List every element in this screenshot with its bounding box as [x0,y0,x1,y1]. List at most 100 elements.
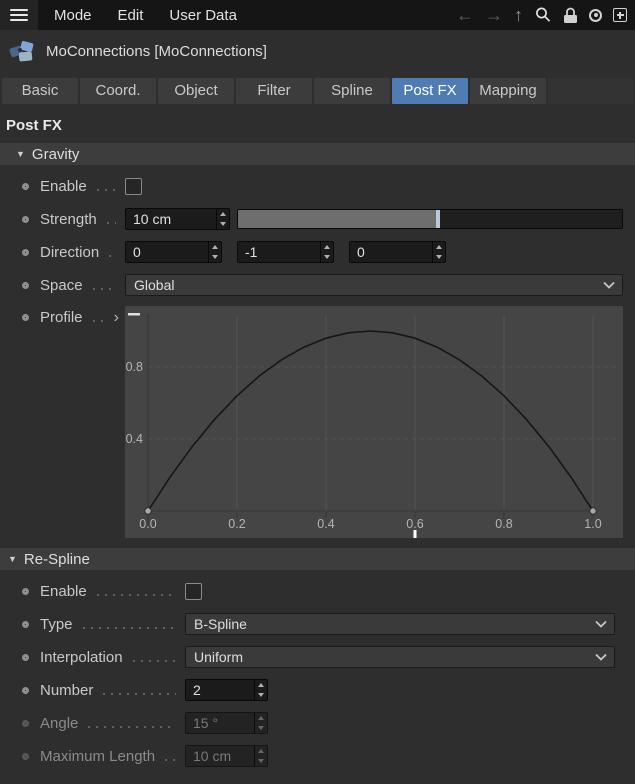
gravity-space-row: Space Global [0,273,623,297]
direction-x-input[interactable] [126,242,208,262]
spinner-up-icon [255,713,267,723]
gravity-profile-row: Profile › [0,306,623,538]
chevron-down-icon [603,281,622,289]
expand-chevron-icon[interactable]: › [114,310,119,326]
menu-items: Mode Edit User Data [54,7,237,24]
search-icon[interactable] [534,6,552,24]
keyframe-circle-icon[interactable] [22,588,29,595]
strength-slider[interactable] [237,209,623,229]
strength-input-wrap [125,208,230,230]
spinner-down-icon [255,756,267,766]
direction-z-input[interactable] [350,242,432,262]
gravity-group-label: Gravity [32,146,80,163]
type-label: Type [40,616,73,633]
back-arrow-icon[interactable]: ← [456,6,474,24]
spinner-up-icon [255,746,267,756]
tab-object[interactable]: Object [158,78,234,104]
dotted-leader [83,627,176,629]
gravity-group-header[interactable]: ▼ Gravity [0,143,635,165]
x-tick-label: 0.6 [406,517,423,531]
chevron-down-icon [595,653,614,661]
re-spline-group-header[interactable]: ▼ Re-Spline [0,548,635,570]
dotted-leader [88,726,176,728]
number-input[interactable] [186,680,254,700]
menu-bar: Mode Edit User Data ← → ↑ [0,0,635,30]
keyframe-circle-icon[interactable] [22,282,29,289]
chevron-down-icon [595,620,614,628]
tab-filter[interactable]: Filter [236,78,312,104]
tab-bar: Basic Coord. Object Filter Spline Post F… [0,72,635,104]
space-dropdown-value: Global [126,277,603,293]
curve-endpoint[interactable] [145,508,151,514]
gravity-enable-checkbox[interactable] [125,178,142,195]
type-dropdown[interactable]: B-Spline [185,613,615,635]
gravity-strength-row: Strength [0,207,623,231]
interpolation-dropdown[interactable]: Uniform [185,646,615,668]
menu-item-user-data[interactable]: User Data [169,7,237,24]
spinner-up-icon[interactable] [433,242,445,252]
strength-input[interactable] [126,209,216,229]
playhead-tick[interactable] [414,530,417,538]
re-spline-rows: Enable Type B-Spline Interpolation Unifo… [0,570,635,768]
hamburger-menu-icon[interactable] [0,0,38,30]
number-input-wrap [185,679,268,701]
dotted-leader [107,222,116,224]
direction-y-input[interactable] [238,242,320,262]
profile-label: Profile [40,309,83,326]
spinner-up-icon[interactable] [255,680,267,690]
max-length-input-wrap [185,745,268,767]
minimize-dash-icon[interactable] [128,313,140,316]
strength-slider-handle[interactable] [436,210,440,228]
tab-coord[interactable]: Coord. [80,78,156,104]
forward-arrow-icon[interactable]: → [485,6,503,24]
keyframe-circle-icon[interactable] [22,216,29,223]
spinner-up-icon[interactable] [321,242,333,252]
keyframe-circle-icon[interactable] [22,249,29,256]
x-tick-label: 1.0 [584,517,601,531]
keyframe-circle-icon[interactable] [22,621,29,628]
gravity-enable-row: Enable [0,174,623,198]
spinner-up-icon[interactable] [217,209,229,219]
max-length-label: Maximum Length [40,748,155,765]
angle-input [186,713,254,733]
nav-icons: ← → ↑ [456,6,635,24]
keyframe-circle-icon[interactable] [22,183,29,190]
tab-post-fx[interactable]: Post FX [392,78,468,104]
profile-curve-svg[interactable]: 0.8 0.4 0.0 0.2 0.4 0.6 0.8 1.0 [125,306,623,538]
spinner-down-icon[interactable] [255,690,267,700]
spinner-down-icon[interactable] [217,219,229,229]
curve-endpoint[interactable] [590,508,596,514]
interpolation-label: Interpolation [40,649,123,666]
spinner-up-icon[interactable] [209,242,221,252]
lock-icon[interactable] [563,7,578,24]
space-dropdown[interactable]: Global [125,274,623,296]
spinner-down-icon[interactable] [209,252,221,262]
profile-curve[interactable] [148,331,593,511]
dotted-leader [97,189,116,191]
spinner-down-icon[interactable] [433,252,445,262]
keyframe-circle-icon[interactable] [22,654,29,661]
target-circle-icon[interactable] [589,9,602,22]
direction-x-wrap [125,241,222,263]
profile-curve-editor[interactable]: 0.8 0.4 0.0 0.2 0.4 0.6 0.8 1.0 [125,306,623,538]
keyframe-circle-icon[interactable] [22,687,29,694]
keyframe-circle-icon [22,753,29,760]
max-length-input [186,746,254,766]
up-arrow-icon[interactable]: ↑ [514,6,523,24]
add-panel-icon[interactable] [613,8,627,22]
gravity-direction-row: Direction [0,240,623,264]
tab-basic[interactable]: Basic [2,78,78,104]
respline-enable-checkbox[interactable] [185,583,202,600]
dotted-leader [93,288,116,290]
menu-item-edit[interactable]: Edit [118,7,144,24]
tab-mapping[interactable]: Mapping [470,78,546,104]
enable-label: Enable [40,178,87,195]
x-tick-label: 0.2 [228,517,245,531]
menu-item-mode[interactable]: Mode [54,7,92,24]
spinner-down-icon[interactable] [321,252,333,262]
respline-enable-row: Enable [0,579,615,603]
direction-label: Direction [40,244,99,261]
direction-y-wrap [237,241,334,263]
keyframe-circle-icon[interactable] [22,314,29,321]
tab-spline[interactable]: Spline [314,78,390,104]
